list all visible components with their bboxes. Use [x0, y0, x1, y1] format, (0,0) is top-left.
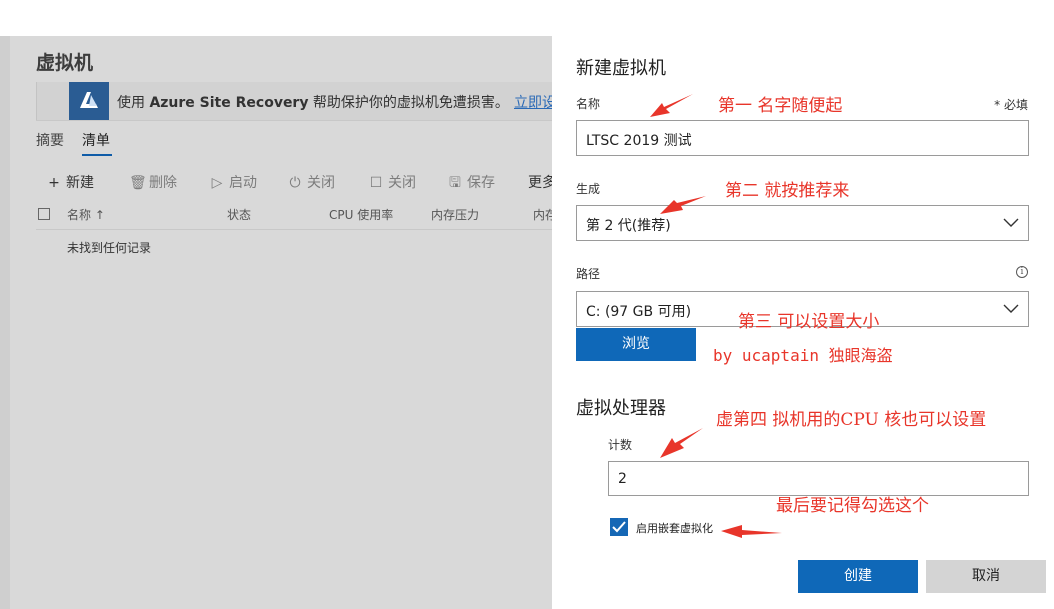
left-edge-strip: [0, 36, 10, 609]
play-icon: ▷: [211, 175, 223, 191]
power-icon: ⏻: [289, 175, 301, 191]
column-state[interactable]: 状态: [227, 206, 251, 223]
column-cpu[interactable]: CPU 使用率: [329, 206, 393, 223]
delete-button[interactable]: 🗑 删除: [129, 172, 177, 192]
column-memory[interactable]: 内存: [533, 206, 552, 223]
generation-value: 第 2 代(推荐): [586, 218, 671, 234]
annotation-step5: 最后要记得勾选这个: [776, 496, 929, 516]
generation-label: 生成: [576, 182, 601, 196]
screenshot-stage: 虚拟机 使用 Azure Site Recovery 帮助保护你的虚拟机免遭损害…: [0, 0, 1054, 609]
generation-select[interactable]: 第 2 代(推荐): [576, 205, 1029, 241]
create-button[interactable]: 创建: [798, 560, 918, 593]
column-memory-pressure[interactable]: 内存压力: [431, 206, 479, 223]
path-value: C: (97 GB 可用): [586, 304, 692, 320]
save-button[interactable]: 🖫 保存: [447, 172, 495, 196]
stop-icon: ☐: [369, 175, 383, 191]
cancel-button[interactable]: 取消: [926, 560, 1046, 593]
tab-summary[interactable]: 摘要: [36, 130, 64, 150]
save-icon: 🖫: [449, 175, 461, 191]
checkmark-icon: [612, 521, 626, 533]
annotation-step1: 第一 名字随便起: [718, 96, 843, 116]
banner-text: 使用 Azure Site Recovery 帮助保护你的虚拟机免遭损害。: [117, 95, 509, 111]
annotation-author: by ucaptain 独眼海盗: [713, 346, 893, 365]
site-recovery-banner: 使用 Azure Site Recovery 帮助保护你的虚拟机免遭损害。 立即…: [36, 82, 552, 120]
name-input[interactable]: LTSC 2019 测试: [576, 120, 1029, 156]
name-label: 名称: [576, 97, 601, 111]
info-icon[interactable]: i: [1016, 266, 1028, 278]
count-label: 计数: [608, 438, 633, 452]
vm-list-page: 虚拟机 使用 Azure Site Recovery 帮助保护你的虚拟机免遭损害…: [0, 36, 552, 609]
trash-icon: 🗑: [129, 175, 147, 191]
plus-icon: +: [48, 175, 60, 191]
annotation-step3: 第三 可以设置大小: [738, 312, 880, 332]
active-tab-indicator: [82, 154, 112, 156]
chevron-down-icon: [1003, 216, 1019, 232]
shutdown-button[interactable]: ⏻ 关闭: [287, 172, 335, 192]
tab-inventory[interactable]: 清单: [82, 130, 110, 150]
nested-virtualization-label[interactable]: 启用嵌套虚拟化: [636, 520, 713, 536]
azure-logo-icon: [69, 82, 109, 120]
path-label: 路径: [576, 267, 601, 281]
page-title: 虚拟机: [36, 52, 94, 74]
start-button[interactable]: ▷ 启动: [209, 172, 257, 192]
new-button[interactable]: + 新建: [46, 172, 94, 192]
header-divider: [36, 229, 552, 230]
tab-divider: [36, 120, 552, 121]
setup-now-link[interactable]: 立即设: [514, 92, 552, 112]
processor-section-title: 虚拟处理器: [576, 398, 666, 419]
annotation-step4: 虚第四 拟机用的CPU 核也可以设置: [716, 410, 987, 430]
more-button[interactable]: 更多: [528, 172, 552, 192]
turn-off-button[interactable]: ☐ 关闭: [368, 172, 416, 192]
panel-title: 新建虚拟机: [576, 58, 666, 79]
annotation-step2: 第二 就按推荐来: [725, 181, 850, 201]
required-note: * 必填: [994, 98, 1028, 112]
nested-virtualization-checkbox[interactable]: [610, 518, 628, 536]
chevron-down-icon: [1003, 302, 1019, 318]
select-all-checkbox[interactable]: [38, 208, 50, 220]
column-name[interactable]: 名称 ↑: [67, 206, 105, 223]
top-blank-bar: [0, 0, 1054, 36]
empty-state-text: 未找到任何记录: [67, 241, 152, 255]
browse-button[interactable]: 浏览: [576, 328, 696, 361]
